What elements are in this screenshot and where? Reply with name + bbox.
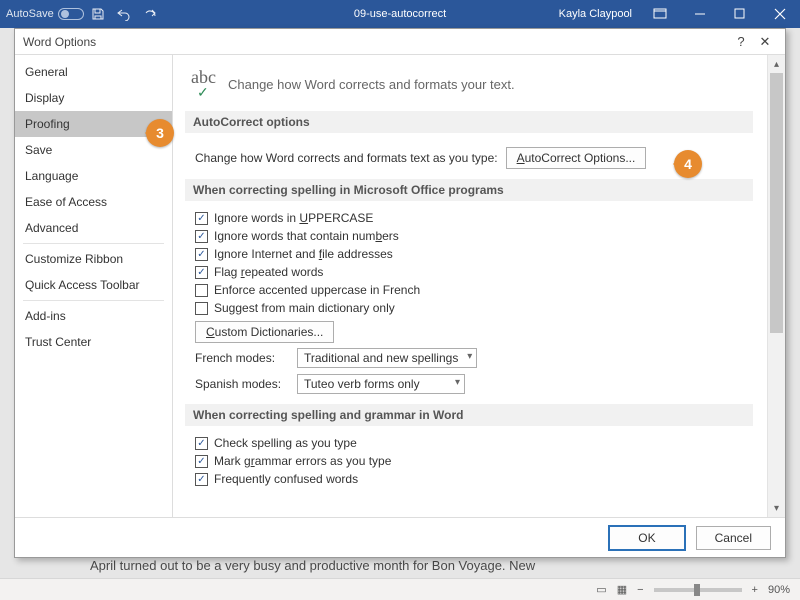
section-word-spelling-head: When correcting spelling and grammar in …: [185, 404, 753, 426]
nav-trust-center[interactable]: Trust Center: [15, 329, 172, 355]
custom-dictionaries-button[interactable]: Custom Dictionaries...: [195, 321, 334, 343]
help-icon[interactable]: ?: [729, 30, 753, 54]
opt-ignore-numbers[interactable]: Ignore words that contain numbers: [195, 229, 399, 243]
status-bar: ▭ ▦ − + 90%: [0, 578, 800, 600]
maximize-icon[interactable]: [720, 0, 760, 28]
zoom-value[interactable]: 90%: [768, 584, 790, 596]
zoom-in-icon[interactable]: +: [752, 584, 758, 596]
document-title: 09-use-autocorrect: [354, 8, 446, 20]
dialog-titlebar: Word Options ? ✕: [15, 29, 785, 55]
opt-confused-words[interactable]: Frequently confused words: [195, 472, 358, 486]
callout-4: 4: [674, 150, 702, 178]
checkbox-icon: [195, 284, 208, 297]
spanish-modes-label: Spanish modes:: [195, 377, 289, 391]
section-office-spelling-head: When correcting spelling in Microsoft Of…: [185, 179, 753, 201]
section-autocorrect-head: AutoCorrect options: [185, 111, 753, 133]
scrollbar[interactable]: ▴ ▾: [767, 55, 785, 517]
nav-advanced[interactable]: Advanced: [15, 215, 172, 241]
user-name[interactable]: Kayla Claypool: [559, 8, 632, 20]
toggle-icon: [58, 8, 84, 20]
nav-ease-of-access[interactable]: Ease of Access: [15, 189, 172, 215]
opt-flag-repeated[interactable]: Flag repeated words: [195, 265, 323, 279]
word-options-dialog: Word Options ? ✕ General Display Proofin…: [14, 28, 786, 558]
opt-main-dictionary[interactable]: Suggest from main dictionary only: [195, 301, 395, 315]
checkbox-icon: [195, 266, 208, 279]
redo-icon[interactable]: [138, 2, 162, 26]
document-body-line: April turned out to be a very busy and p…: [90, 558, 710, 573]
nav-quick-access-toolbar[interactable]: Quick Access Toolbar: [15, 272, 172, 298]
french-modes-select[interactable]: Traditional and new spellings: [297, 348, 477, 368]
word-titlebar: AutoSave 09-use-autocorrect Kayla Claypo…: [0, 0, 800, 28]
nav-add-ins[interactable]: Add-ins: [15, 303, 172, 329]
opt-ignore-internet[interactable]: Ignore Internet and file addresses: [195, 247, 393, 261]
zoom-slider[interactable]: [654, 588, 742, 592]
scroll-down-icon[interactable]: ▾: [768, 499, 785, 517]
autocorrect-desc: Change how Word corrects and formats tex…: [195, 151, 498, 165]
opt-check-spelling-type[interactable]: Check spelling as you type: [195, 436, 357, 450]
dialog-title: Word Options: [23, 35, 96, 49]
zoom-out-icon[interactable]: −: [637, 584, 643, 596]
dialog-footer: OK Cancel: [15, 517, 785, 557]
ribbon-display-icon[interactable]: [640, 0, 680, 28]
opt-mark-grammar[interactable]: Mark grammar errors as you type: [195, 454, 391, 468]
checkbox-icon: [195, 455, 208, 468]
opt-accented-french[interactable]: Enforce accented uppercase in French: [195, 283, 420, 297]
autosave-label: AutoSave: [6, 8, 54, 20]
callout-3: 3: [146, 119, 174, 147]
autosave-toggle[interactable]: AutoSave: [6, 8, 84, 20]
nav-general[interactable]: General: [15, 59, 172, 85]
checkbox-icon: [195, 302, 208, 315]
ok-button[interactable]: OK: [608, 525, 685, 551]
autocorrect-options-button[interactable]: AAutoCorrect Options...utoCorrect Option…: [506, 147, 647, 169]
checkbox-icon: [195, 473, 208, 486]
nav-customize-ribbon[interactable]: Customize Ribbon: [15, 246, 172, 272]
proofing-hero: abc ✓ Change how Word corrects and forma…: [185, 63, 753, 111]
nav-display[interactable]: Display: [15, 85, 172, 111]
checkbox-icon: [195, 212, 208, 225]
checkbox-icon: [195, 248, 208, 261]
close-icon[interactable]: ✕: [753, 30, 777, 54]
scroll-up-icon[interactable]: ▴: [768, 55, 785, 73]
spanish-modes-select[interactable]: Tuteo verb forms only: [297, 374, 465, 394]
undo-icon[interactable]: [112, 2, 136, 26]
cancel-button[interactable]: Cancel: [696, 526, 771, 550]
opt-ignore-uppercase[interactable]: Ignore words in UPPERCASE: [195, 211, 373, 225]
minimize-icon[interactable]: [680, 0, 720, 28]
close-icon[interactable]: [760, 0, 800, 28]
nav-language[interactable]: Language: [15, 163, 172, 189]
checkbox-icon: [195, 230, 208, 243]
scroll-thumb[interactable]: [770, 73, 783, 333]
view-print-icon[interactable]: ▭: [596, 583, 606, 596]
save-icon[interactable]: [86, 2, 110, 26]
proofing-hero-desc: Change how Word corrects and formats you…: [228, 77, 515, 92]
view-web-icon[interactable]: ▦: [617, 583, 627, 596]
french-modes-label: French modes:: [195, 351, 289, 365]
checkbox-icon: [195, 437, 208, 450]
